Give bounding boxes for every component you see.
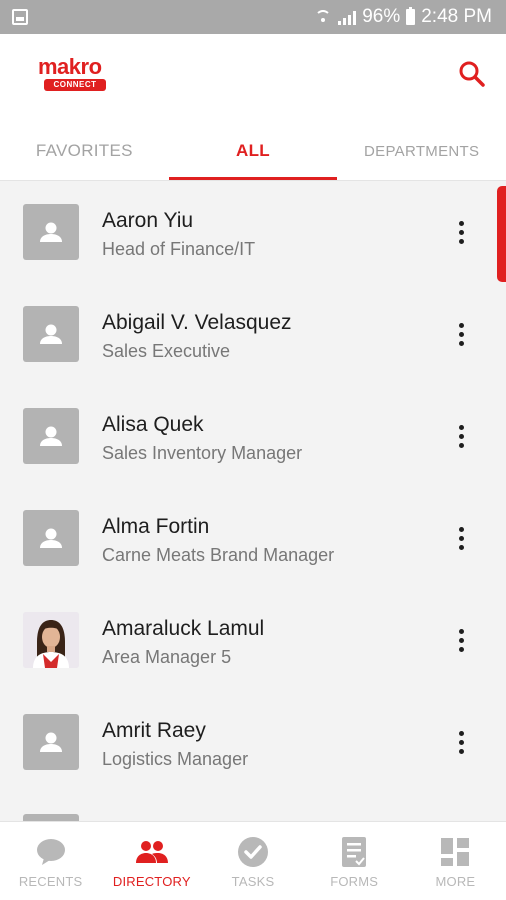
placeholder-person-icon xyxy=(23,510,79,566)
more-options-icon[interactable] xyxy=(448,421,474,451)
logo-word: makro xyxy=(38,54,102,79)
contact-name: Alma Fortin xyxy=(102,515,210,538)
contact-title: Sales Executive xyxy=(102,341,231,361)
nav-label: FORMS xyxy=(330,874,379,889)
placeholder-person-icon xyxy=(23,714,79,770)
nav-label: RECENTS xyxy=(18,874,83,889)
profile-photo xyxy=(23,612,79,668)
nav-recents[interactable]: RECENTS xyxy=(0,822,101,900)
search-icon xyxy=(459,61,485,87)
placeholder-person-icon xyxy=(23,306,79,362)
app-screen: 96% 2:48 PM makro CONNECT FAVORITES ALL … xyxy=(0,0,506,900)
nav-more[interactable]: MORE xyxy=(405,822,506,900)
list-item[interactable]: Amaraluck Lamul Area Manager 5 xyxy=(0,589,506,691)
nav-directory[interactable]: DIRECTORY xyxy=(101,822,202,900)
contact-name: Abigail V. Velasquez xyxy=(102,311,292,334)
status-right: 96% 2:48 PM xyxy=(314,0,492,34)
status-bar: 96% 2:48 PM xyxy=(0,0,506,34)
more-options-icon[interactable] xyxy=(448,625,474,655)
more-options-icon[interactable] xyxy=(448,217,474,247)
nav-forms[interactable]: FORMS xyxy=(304,822,405,900)
nav-label: MORE xyxy=(435,874,476,889)
battery-percent: 96% xyxy=(362,6,401,27)
directory-tabs: FAVORITES ALL DEPARTMENTS xyxy=(0,122,506,181)
contact-title: Carne Meats Brand Manager xyxy=(102,545,335,565)
signal-icon xyxy=(338,9,357,25)
tab-favorites[interactable]: FAVORITES xyxy=(0,122,169,180)
contact-name: Aaron Yiu xyxy=(102,209,194,232)
placeholder-person-icon xyxy=(23,204,79,260)
wifi-icon xyxy=(314,10,332,24)
contact-title: Head of Finance/IT xyxy=(102,239,256,259)
people-icon xyxy=(135,836,169,868)
tab-all[interactable]: ALL xyxy=(168,122,338,180)
gallery-notification-icon xyxy=(12,9,28,25)
list-item[interactable]: Abigail V. Velasquez Sales Executive xyxy=(0,283,506,385)
contact-name: Alisa Quek xyxy=(102,413,204,436)
more-options-icon[interactable] xyxy=(448,319,474,349)
contact-title: Sales Inventory Manager xyxy=(102,443,303,463)
more-options-icon[interactable] xyxy=(448,727,474,757)
placeholder-person-icon xyxy=(23,408,79,464)
chat-bubble-icon xyxy=(34,836,68,868)
logo-badge: CONNECT xyxy=(44,79,106,91)
tab-departments[interactable]: DEPARTMENTS xyxy=(337,122,506,180)
nav-tasks[interactable]: TASKS xyxy=(202,822,303,900)
search-button[interactable] xyxy=(454,56,490,92)
more-options-icon[interactable] xyxy=(448,523,474,553)
nav-label: TASKS xyxy=(231,874,275,889)
contact-list: Aaron Yiu Head of Finance/IT Abigail V. … xyxy=(0,181,506,821)
makro-connect-logo: makro CONNECT xyxy=(38,54,118,96)
contact-name: Amrit Raey xyxy=(102,719,206,742)
list-item[interactable]: Alma Fortin Carne Meats Brand Manager xyxy=(0,487,506,589)
nav-label: DIRECTORY xyxy=(112,874,191,889)
contact-title: Area Manager 5 xyxy=(102,647,232,667)
battery-icon xyxy=(406,7,416,25)
list-item[interactable]: Amrit Raey Logistics Manager xyxy=(0,691,506,793)
bottom-navigation: RECENTS DIRECTORY TASKS FORMS MORE xyxy=(0,821,506,900)
contact-name: Amaraluck Lamul xyxy=(102,617,265,640)
list-item[interactable]: Aaron Yiu Head of Finance/IT xyxy=(0,181,506,283)
list-item[interactable]: Alisa Quek Sales Inventory Manager xyxy=(0,385,506,487)
contact-title: Logistics Manager xyxy=(102,749,249,769)
check-circle-icon xyxy=(236,836,270,868)
clock: 2:48 PM xyxy=(421,6,492,27)
grid-icon xyxy=(438,836,472,868)
scrollbar-thumb[interactable] xyxy=(497,186,506,282)
form-icon xyxy=(337,836,371,868)
app-header: makro CONNECT xyxy=(0,34,506,122)
